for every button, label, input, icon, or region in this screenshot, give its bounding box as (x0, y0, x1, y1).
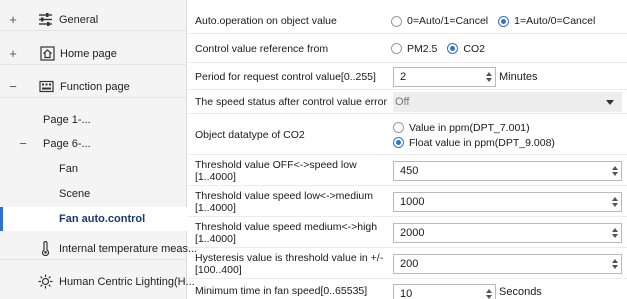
parameter-panel: Auto.operation on object value 0=Auto/1=… (188, 0, 627, 299)
sidebar-item-home-page[interactable]: + Home page (0, 43, 187, 65)
sidebar-item-function-page[interactable]: − Function page (0, 76, 187, 98)
param-label: Threshold value speed low<->medium [1..4… (195, 189, 374, 214)
sidebar-item-label: Internal temperature meas... (59, 242, 198, 255)
sidebar-item-fan-auto-control[interactable]: Fan auto.control (0, 207, 187, 231)
param-row-threshold-low-medium: Threshold value speed low<->medium [1..4… (188, 187, 627, 217)
radio-datatype-float[interactable] (393, 137, 404, 148)
sidebar-item-scene[interactable]: Scene (0, 183, 187, 205)
sidebar-item-label: Scene (59, 188, 91, 200)
radio-label[interactable]: CO2 (463, 43, 485, 55)
sidebar-item-label: Page 6-... (43, 138, 91, 150)
sidebar-item-human-centric-lighting[interactable]: Human Centric Lighting(H... (0, 271, 195, 293)
sun-icon (38, 274, 53, 289)
unit-label: Minutes (499, 70, 538, 83)
radio-label[interactable]: PM2.5 (407, 43, 437, 55)
sidebar-item-label: Fan (59, 163, 78, 175)
spinbox-value[interactable]: 450 (394, 165, 609, 177)
param-row-control-reference: Control value reference from PM2.5 CO2 (188, 35, 627, 63)
sidebar-item-page-6[interactable]: − Page 6-... (0, 133, 187, 155)
chevron-down-icon[interactable] (606, 99, 614, 105)
radio-co2[interactable] (447, 43, 459, 54)
thermometer-icon (41, 241, 50, 256)
spin-arrows-icon[interactable] (609, 255, 621, 273)
threshold-low-medium-spinbox[interactable]: 1000 (393, 191, 622, 212)
radio-label[interactable]: Value in ppm(DPT_7.001) (409, 122, 530, 134)
spin-arrows-icon[interactable] (609, 224, 621, 242)
collapse-icon[interactable]: − (7, 80, 19, 93)
spin-arrows-icon[interactable] (609, 193, 621, 211)
spinbox-value[interactable]: 2 (394, 71, 483, 83)
period-spinbox[interactable]: 2 (393, 66, 496, 87)
collapse-icon[interactable]: − (17, 137, 29, 150)
param-label: Period for request control value[0..255] (195, 70, 376, 83)
param-label: Control value reference from (195, 42, 329, 55)
expand-icon[interactable]: + (7, 47, 19, 60)
radio-auto-op-option-2[interactable] (498, 15, 510, 27)
radio-label[interactable]: 0=Auto/1=Cancel (407, 15, 488, 27)
param-row-threshold-off-low: Threshold value OFF<->speed low [1..4000… (188, 156, 627, 186)
minimum-time-spinbox[interactable]: 10 (393, 284, 496, 299)
speed-status-dropdown[interactable]: Off (393, 92, 622, 112)
sliders-icon (39, 13, 52, 26)
threshold-off-low-spinbox[interactable]: 450 (393, 160, 622, 181)
sidebar-item-label: Home page (60, 47, 117, 60)
sidebar-item-fan[interactable]: Fan (0, 158, 187, 180)
param-row-threshold-medium-high: Threshold value speed medium<->high [1..… (188, 218, 627, 248)
param-label: The speed status after control value err… (195, 96, 388, 108)
spinbox-value[interactable]: 200 (394, 258, 609, 270)
sidebar-item-internal-temperature[interactable]: Internal temperature meas... (0, 238, 197, 260)
param-label: Minimum time in fan speed[0..65535] (195, 285, 368, 297)
param-label: Object datatype of CO2 (195, 128, 305, 141)
dropdown-value[interactable]: Off (393, 96, 606, 108)
sidebar-item-label: Fan auto.control (59, 213, 146, 225)
param-row-datatype: Object datatype of CO2 Value in ppm(DPT_… (188, 115, 627, 155)
sidebar-item-label: Page 1-... (43, 114, 91, 126)
param-label: Threshold value speed medium<->high [1..… (195, 220, 378, 245)
radio-group-control-reference: PM2.5 CO2 (391, 43, 495, 55)
param-label: Auto.operation on object value (195, 15, 337, 27)
radio-label[interactable]: Float value in ppm(DPT_9.008) (409, 137, 555, 149)
spin-arrows-icon[interactable] (483, 285, 495, 299)
radio-pm25[interactable] (391, 43, 402, 54)
unit-label: Seconds (499, 286, 542, 298)
param-label: Threshold value OFF<->speed low [1..4000… (195, 158, 357, 183)
param-row-period: Period for request control value[0..255]… (188, 64, 627, 90)
keyboard-icon (39, 80, 54, 93)
home-icon (40, 46, 55, 61)
spin-arrows-icon[interactable] (483, 68, 495, 86)
spin-arrows-icon[interactable] (609, 162, 621, 180)
sidebar-nav: + General + Home page − Function page Pa… (0, 0, 197, 299)
threshold-medium-high-spinbox[interactable]: 2000 (393, 222, 622, 243)
radio-group-auto-operation: 0=Auto/1=Cancel 1=Auto/0=Cancel (391, 15, 605, 27)
param-row-hysteresis: Hysteresis value is threshold value in +… (188, 249, 627, 279)
radio-auto-op-option-1[interactable] (391, 15, 402, 27)
param-row-auto-operation: Auto.operation on object value 0=Auto/1=… (188, 9, 627, 34)
radio-label[interactable]: 1=Auto/0=Cancel (514, 15, 595, 27)
spinbox-value[interactable]: 1000 (394, 196, 609, 208)
spinbox-value[interactable]: 10 (394, 288, 483, 299)
expand-icon[interactable]: + (7, 13, 19, 26)
radio-datatype-ppm[interactable] (393, 122, 404, 133)
radio-group-datatype: Value in ppm(DPT_7.001) Float value in p… (393, 120, 565, 150)
sidebar-item-page-1[interactable]: Page 1-... (0, 109, 187, 131)
sidebar-item-label: Function page (60, 80, 130, 93)
sidebar-item-label: General (59, 13, 99, 26)
param-row-minimum-time: Minimum time in fan speed[0..65535] 10 S… (188, 280, 627, 299)
sidebar-item-label: Human Centric Lighting(H... (59, 276, 195, 288)
param-label: Hysteresis value is threshold value in +… (195, 251, 384, 276)
spinbox-value[interactable]: 2000 (394, 227, 609, 239)
hysteresis-spinbox[interactable]: 200 (393, 253, 622, 274)
param-row-speed-status: The speed status after control value err… (188, 91, 627, 114)
sidebar-item-general[interactable]: + General (0, 9, 187, 31)
